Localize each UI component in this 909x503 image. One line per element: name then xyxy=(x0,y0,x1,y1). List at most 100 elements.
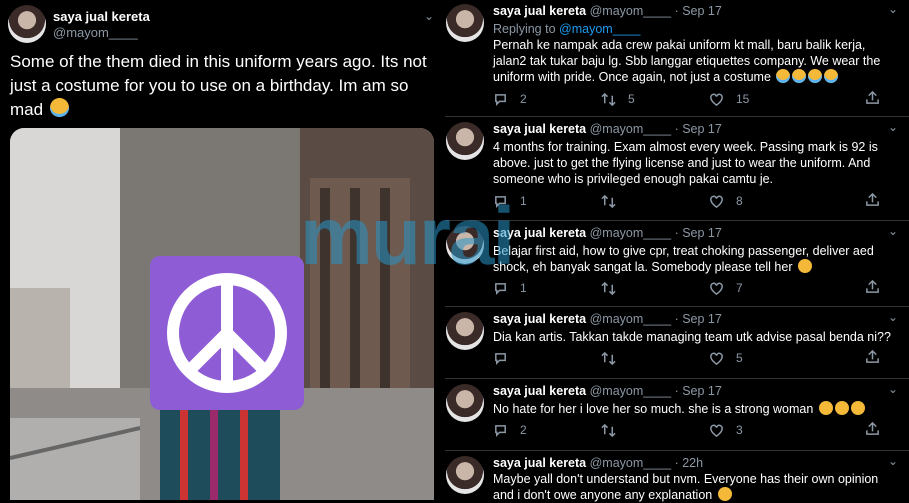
share-button[interactable] xyxy=(865,349,880,367)
replying-to-link[interactable]: @mayom____ xyxy=(559,22,640,36)
retweet-icon xyxy=(601,194,616,208)
chevron-down-icon[interactable]: ⌄ xyxy=(888,2,898,16)
author-handle[interactable]: @mayom____ xyxy=(590,312,671,326)
author-handle[interactable]: @mayom____ xyxy=(53,25,138,40)
smiling-emoji-icon xyxy=(834,401,849,415)
heart-icon xyxy=(710,352,723,365)
share-button[interactable] xyxy=(865,421,880,439)
author-name[interactable]: saya jual kereta xyxy=(493,122,586,136)
chevron-down-icon[interactable]: ⌄ xyxy=(888,382,898,396)
reply-tweet[interactable]: saya jual kereta @mayom____ · Sep 17 ⌄ D… xyxy=(445,308,909,379)
like-count: 8 xyxy=(736,194,743,208)
share-button[interactable] xyxy=(865,279,880,297)
chevron-down-icon[interactable]: ⌄ xyxy=(888,310,898,324)
tweet-time[interactable]: · Sep 17 xyxy=(675,4,722,18)
grimacing-emoji-icon xyxy=(797,259,812,273)
tweet-meta: saya jual kereta @mayom____ · Sep 17 xyxy=(493,4,722,18)
tweet-body: Maybe yall don't understand but nvm. Eve… xyxy=(493,472,879,502)
tweet-time[interactable]: · Sep 17 xyxy=(675,312,722,326)
reply-count: 2 xyxy=(520,92,527,106)
replying-to-prefix: Replying to xyxy=(493,22,556,36)
author-handle[interactable]: @mayom____ xyxy=(590,4,671,18)
crying-emoji-icon xyxy=(49,98,69,117)
retweet-button[interactable]: 5 xyxy=(601,92,709,107)
chevron-down-icon[interactable]: ⌄ xyxy=(424,9,434,23)
like-count: 7 xyxy=(736,281,743,295)
like-button[interactable]: 15 xyxy=(709,92,817,107)
crying-emoji-icon xyxy=(824,69,839,83)
author-avatar[interactable] xyxy=(446,4,484,42)
author-avatar[interactable] xyxy=(446,456,484,494)
tweet-text: Belajar first aid, how to give cpr, trea… xyxy=(493,243,898,275)
tweet-meta: saya jual kereta @mayom____ · Sep 17 xyxy=(493,312,722,326)
like-count: 3 xyxy=(736,423,743,437)
tweet-text: No hate for her i love her so much. she … xyxy=(493,401,898,417)
retweet-button[interactable] xyxy=(601,281,709,296)
tweet-time[interactable]: · Sep 17 xyxy=(675,122,722,136)
reply-tweet[interactable]: saya jual kereta @mayom____ · Sep 17 ⌄ R… xyxy=(445,0,909,117)
author-handle[interactable]: @mayom____ xyxy=(590,226,671,240)
share-icon xyxy=(866,279,879,293)
crying-emoji-icon xyxy=(808,69,823,83)
retweet-icon xyxy=(601,351,616,365)
author-name[interactable]: saya jual kereta xyxy=(493,312,586,326)
smiling-emoji-icon xyxy=(850,401,865,415)
reply-tweet[interactable]: saya jual kereta @mayom____ · Sep 17 ⌄ 4… xyxy=(445,118,909,221)
crying-emoji-icon xyxy=(792,69,807,83)
reply-icon xyxy=(495,93,506,106)
like-count: 5 xyxy=(736,351,743,365)
share-button[interactable] xyxy=(865,90,880,108)
reply-button[interactable] xyxy=(493,351,601,366)
reply-tweet[interactable]: saya jual kereta @mayom____ · Sep 17 ⌄ B… xyxy=(445,222,909,307)
share-button[interactable] xyxy=(865,192,880,210)
author-avatar[interactable] xyxy=(8,5,46,43)
reply-count: 1 xyxy=(520,194,527,208)
author-avatar[interactable] xyxy=(446,312,484,350)
author-name[interactable]: saya jual kereta xyxy=(53,9,150,24)
author-handle[interactable]: @mayom____ xyxy=(590,122,671,136)
author-handle[interactable]: @mayom____ xyxy=(590,384,671,398)
reply-count: 1 xyxy=(520,281,527,295)
retweet-button[interactable] xyxy=(601,351,709,366)
chevron-down-icon[interactable]: ⌄ xyxy=(888,454,898,468)
tweet-meta: saya jual kereta @mayom____ · Sep 17 xyxy=(493,122,722,136)
like-button[interactable]: 8 xyxy=(709,194,817,209)
tweet-text: Some of the them died in this uniform ye… xyxy=(10,50,440,122)
author-name[interactable]: saya jual kereta xyxy=(493,456,586,470)
reply-tweet[interactable]: saya jual kereta @mayom____ · Sep 17 ⌄ N… xyxy=(445,380,909,451)
tweet-time[interactable]: · Sep 17 xyxy=(675,226,722,240)
like-button[interactable]: 5 xyxy=(709,351,817,366)
retweet-button[interactable] xyxy=(601,423,709,438)
tweet-actions: 2 3 xyxy=(493,421,879,438)
smiling-emoji-icon xyxy=(717,487,732,501)
heart-icon xyxy=(710,195,723,208)
tweet-meta: saya jual kereta @mayom____ · 22h xyxy=(493,456,703,470)
tweet-text: 4 months for training. Exam almost every… xyxy=(493,140,878,186)
tweet-photo[interactable] xyxy=(10,128,434,500)
author-handle[interactable]: @mayom____ xyxy=(590,456,671,470)
author-name[interactable]: saya jual kereta xyxy=(493,384,586,398)
reply-button[interactable]: 2 xyxy=(493,92,601,107)
like-button[interactable]: 3 xyxy=(709,423,817,438)
tweet-actions: 2 5 15 xyxy=(493,90,879,107)
tweet-text: Maybe yall don't understand but nvm. Eve… xyxy=(493,471,898,503)
retweet-button[interactable] xyxy=(601,194,709,209)
reply-button[interactable]: 2 xyxy=(493,423,601,438)
tweet-body: Belajar first aid, how to give cpr, trea… xyxy=(493,244,874,274)
crying-emoji-icon xyxy=(776,69,791,83)
share-icon xyxy=(866,192,879,206)
chevron-down-icon[interactable]: ⌄ xyxy=(888,224,898,238)
reply-tweet[interactable]: saya jual kereta @mayom____ · 22h ⌄ Mayb… xyxy=(445,452,909,503)
tweet-time[interactable]: · 22h xyxy=(675,456,704,470)
replies-thread: saya jual kereta @mayom____ · Sep 17 ⌄ R… xyxy=(445,0,909,503)
like-button[interactable]: 7 xyxy=(709,281,817,296)
tweet-time[interactable]: · Sep 17 xyxy=(675,384,722,398)
share-icon xyxy=(866,349,879,363)
retweet-icon xyxy=(601,281,616,295)
author-name[interactable]: saya jual kereta xyxy=(493,4,586,18)
chevron-down-icon[interactable]: ⌄ xyxy=(888,120,898,134)
author-avatar[interactable] xyxy=(446,122,484,160)
tweet-meta: saya jual kereta @mayom____ · Sep 17 xyxy=(493,384,722,398)
heart-icon xyxy=(710,282,723,295)
author-avatar[interactable] xyxy=(446,384,484,422)
